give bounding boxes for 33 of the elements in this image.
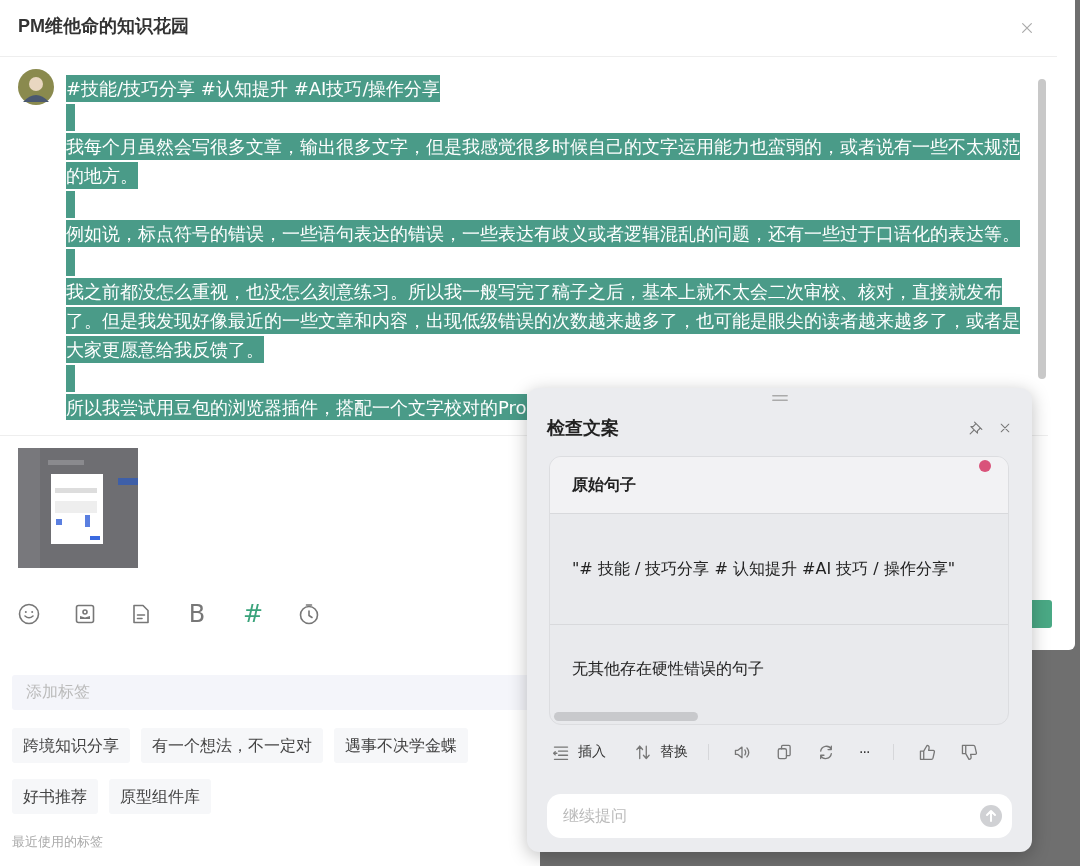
scrollbar-thumb[interactable] xyxy=(1038,79,1046,379)
tag-chip[interactable]: 有一个想法，不一定对 xyxy=(141,728,323,763)
swap-arrows-icon xyxy=(634,743,652,761)
table-cell-text: 无其他存在硬性错误的句子 xyxy=(571,658,765,680)
replace-button[interactable]: 替换 xyxy=(634,743,688,761)
tag-chip[interactable]: 跨境知识分享 xyxy=(12,728,130,763)
pin-icon[interactable] xyxy=(968,420,984,436)
document-icon[interactable] xyxy=(130,603,152,625)
tag-chip[interactable]: 原型组件库 xyxy=(109,779,211,814)
thumbs-up-icon[interactable] xyxy=(918,743,936,761)
thumbs-down-icon[interactable] xyxy=(960,743,978,761)
paragraph-text: #技能/技巧分享 #认知提升 #AI技巧/操作分享 xyxy=(66,74,1034,103)
refresh-icon[interactable] xyxy=(817,743,835,761)
drag-handle-icon[interactable] xyxy=(770,394,789,403)
dialog-title: PM维他命的知识花园 xyxy=(18,15,189,38)
smiley-icon[interactable] xyxy=(18,603,40,625)
bold-tool[interactable]: B xyxy=(186,603,208,625)
popup-title: 检查文案 xyxy=(547,416,619,440)
tag-chip[interactable]: 遇事不决学金蝶 xyxy=(334,728,468,763)
recent-tags-label: 最近使用的标签 xyxy=(12,833,104,851)
tag-chip[interactable]: 好书推荐 xyxy=(12,779,98,814)
scrollbar-thumb[interactable] xyxy=(554,712,698,721)
list-insert-icon xyxy=(552,743,570,761)
image-icon[interactable] xyxy=(74,603,96,625)
close-icon[interactable] xyxy=(1019,20,1035,36)
more-button[interactable]: ··· xyxy=(859,744,877,760)
copy-icon[interactable] xyxy=(775,743,793,761)
close-icon[interactable] xyxy=(998,421,1012,435)
insert-button[interactable]: 插入 xyxy=(552,743,606,761)
table-cell: "# 技能 / 技巧分享 # 认知提升 #AI 技巧 / 操作分享" xyxy=(550,514,1008,625)
stopwatch-icon[interactable] xyxy=(298,603,320,625)
avatar xyxy=(18,69,54,105)
column-header: 原始句子 xyxy=(550,457,1008,514)
